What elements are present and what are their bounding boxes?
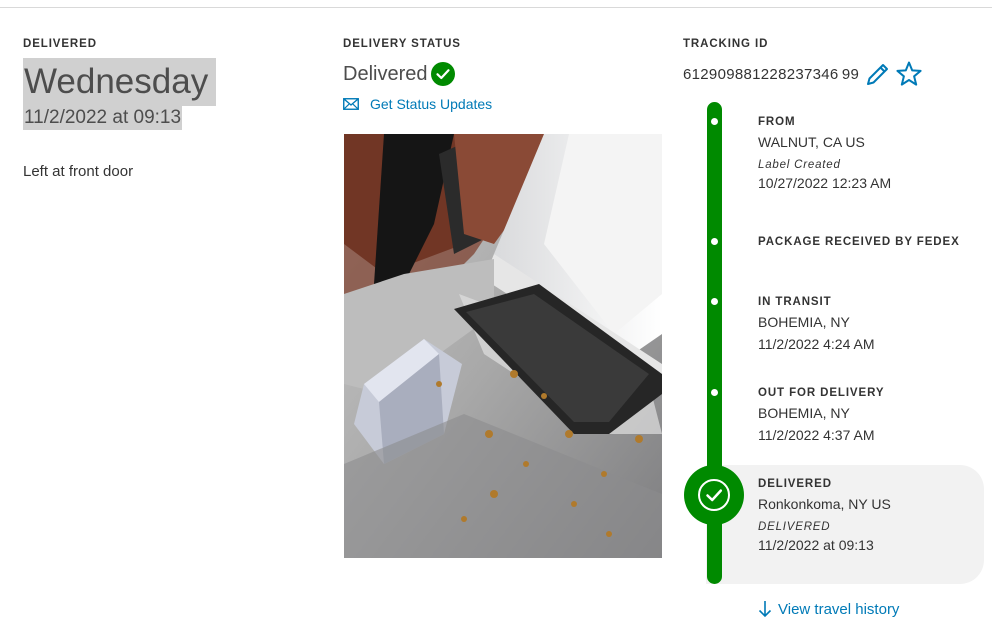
delivery-status-caption: DELIVERY STATUS <box>343 38 461 50</box>
delivery-day: Wednesday <box>23 58 217 106</box>
timeline-dot <box>711 389 718 396</box>
timeline-event-delivered: DELIVERED Ronkonkoma, NY US DELIVERED 11… <box>758 478 988 553</box>
timeline-dot <box>711 298 718 305</box>
event-title: PACKAGE RECEIVED BY FEDEX <box>758 236 960 248</box>
delivery-datetime: 11/2/2022 at 09:13 <box>23 106 183 130</box>
event-subtitle: DELIVERED <box>758 521 831 533</box>
event-date: 11/2/2022 4:24 AM <box>758 336 875 352</box>
pencil-icon[interactable] <box>865 61 891 87</box>
star-icon[interactable] <box>895 60 923 88</box>
timeline-event-received: PACKAGE RECEIVED BY FEDEX <box>758 236 988 248</box>
view-travel-history-link[interactable]: View travel history <box>758 600 899 618</box>
event-date: 11/2/2022 at 09:13 <box>758 537 874 553</box>
event-location: Ronkonkoma, NY US <box>758 496 891 512</box>
tracking-id-caption: TRACKING ID <box>683 38 769 50</box>
delivery-photo-image <box>344 134 662 558</box>
event-date: 11/2/2022 4:37 AM <box>758 427 875 443</box>
event-location: WALNUT, CA US <box>758 134 865 150</box>
delivered-check-icon <box>684 465 744 525</box>
delivery-status-section: DELIVERY STATUS Delivered Get Status Upd… <box>343 38 673 558</box>
envelope-icon <box>343 98 359 110</box>
view-travel-history-label: View travel history <box>778 600 900 618</box>
top-divider <box>0 7 992 8</box>
event-subtitle: Label Created <box>758 159 841 171</box>
event-location: BOHEMIA, NY <box>758 405 850 421</box>
timeline-event-in-transit: IN TRANSIT BOHEMIA, NY 11/2/2022 4:24 AM <box>758 296 988 352</box>
get-status-updates-label: Get Status Updates <box>370 96 493 112</box>
event-title: FROM <box>758 116 796 128</box>
timeline-event-out-for-delivery: OUT FOR DELIVERY BOHEMIA, NY 11/2/2022 4… <box>758 387 988 443</box>
tracking-section: TRACKING ID 612909881228237346 99 <box>683 38 992 88</box>
delivery-photo[interactable] <box>344 134 662 558</box>
delivered-summary: DELIVERED Wednesday 11/2/2022 at 09:13 L… <box>23 38 283 180</box>
arrow-down-icon <box>758 601 772 618</box>
timeline-event-from: FROM WALNUT, CA US Label Created 10/27/2… <box>758 116 988 191</box>
event-date: 10/27/2022 12:23 AM <box>758 175 892 191</box>
timeline-dot <box>711 238 718 245</box>
delivery-note: Left at front door <box>23 163 134 180</box>
event-location: BOHEMIA, NY <box>758 314 850 330</box>
tracking-id-value: 612909881228237346 99 <box>683 65 860 83</box>
delivered-caption: DELIVERED <box>23 38 97 50</box>
status-text: Delivered <box>343 62 428 85</box>
timeline-dot <box>711 118 718 125</box>
event-title: IN TRANSIT <box>758 296 832 308</box>
get-status-updates-link[interactable]: Get Status Updates <box>343 96 673 112</box>
status-row: Delivered <box>343 62 673 86</box>
check-circle-icon <box>431 62 456 86</box>
tracking-id-row: 612909881228237346 99 <box>683 60 992 88</box>
event-title: OUT FOR DELIVERY <box>758 387 885 399</box>
event-title: DELIVERED <box>758 478 832 490</box>
